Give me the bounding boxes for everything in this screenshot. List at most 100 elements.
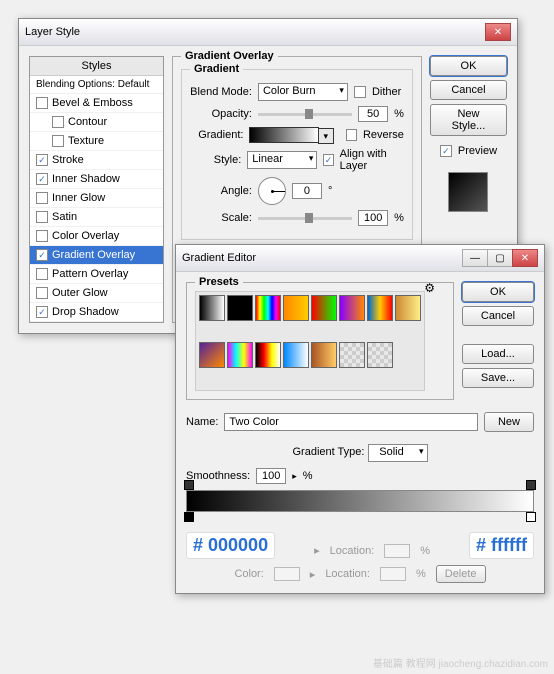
preset-swatch[interactable] (339, 295, 365, 321)
preset-swatch[interactable] (199, 342, 225, 368)
reverse-checkbox[interactable] (346, 129, 357, 141)
presets-menu-icon[interactable]: ⚙ (424, 281, 435, 295)
gradient-type-select[interactable]: Solid (368, 444, 428, 462)
style-item-inner-glow[interactable]: Inner Glow (30, 189, 163, 208)
layer-style-titlebar[interactable]: Layer Style ✕ (19, 19, 517, 46)
style-checkbox[interactable] (36, 173, 48, 185)
style-label: Style: (190, 154, 241, 166)
style-label: Drop Shadow (52, 306, 119, 318)
style-checkbox[interactable] (36, 97, 48, 109)
preset-swatch[interactable] (311, 342, 337, 368)
gradient-editor-content: Presets ⚙ OK Cancel Load... Save... Name… (176, 272, 544, 593)
style-item-outer-glow[interactable]: Outer Glow (30, 284, 163, 303)
color-stop-left[interactable] (184, 512, 194, 522)
preset-swatch[interactable] (367, 342, 393, 368)
style-label: Inner Shadow (52, 173, 120, 185)
style-item-pattern-overlay[interactable]: Pattern Overlay (30, 265, 163, 284)
preset-swatch[interactable] (283, 342, 309, 368)
preset-swatch[interactable] (367, 295, 393, 321)
close-icon[interactable]: ✕ (485, 23, 511, 41)
location-input[interactable] (384, 544, 410, 558)
opacity-unit: % (394, 108, 404, 120)
style-checkbox[interactable] (36, 211, 48, 223)
preset-swatch[interactable] (283, 295, 309, 321)
preview-label: Preview (458, 145, 497, 157)
close-icon[interactable]: ✕ (512, 249, 538, 267)
style-checkbox[interactable] (36, 154, 48, 166)
style-item-texture[interactable]: Texture (30, 132, 163, 151)
save-button[interactable]: Save... (462, 368, 534, 388)
preset-swatch[interactable] (395, 295, 421, 321)
new-style-button[interactable]: New Style... (430, 104, 507, 136)
opacity-stop-right[interactable] (526, 480, 536, 490)
opacity-slider[interactable] (258, 113, 352, 116)
dither-checkbox[interactable] (354, 86, 366, 98)
hex-left-label: # 000000 (186, 532, 275, 559)
delete-button[interactable]: Delete (436, 565, 486, 583)
location-input-2[interactable] (380, 567, 406, 581)
color-stop-right[interactable] (526, 512, 536, 522)
ge-ok-button[interactable]: OK (462, 282, 534, 302)
style-item-contour[interactable]: Contour (30, 113, 163, 132)
gradient-ramp[interactable] (186, 490, 534, 512)
angle-input[interactable]: 0 (292, 183, 322, 199)
name-label: Name: (186, 416, 218, 428)
location-label-2: Location: (325, 568, 370, 580)
styles-header[interactable]: Styles (30, 57, 163, 76)
ge-cancel-button[interactable]: Cancel (462, 306, 534, 326)
scale-slider[interactable] (258, 217, 352, 220)
style-item-color-overlay[interactable]: Color Overlay (30, 227, 163, 246)
style-item-inner-shadow[interactable]: Inner Shadow (30, 170, 163, 189)
preset-swatch[interactable] (199, 295, 225, 321)
load-button[interactable]: Load... (462, 344, 534, 364)
style-checkbox[interactable] (52, 135, 64, 147)
smoothness-dropdown-icon[interactable]: ▸ (292, 471, 297, 482)
gradient-inner-group: Gradient Blend Mode: Color Burn Dither O… (181, 69, 413, 240)
preset-swatch[interactable] (255, 342, 281, 368)
maximize-icon[interactable]: ▢ (487, 249, 513, 267)
style-item-satin[interactable]: Satin (30, 208, 163, 227)
opacity-input[interactable]: 50 (358, 106, 388, 122)
align-checkbox[interactable] (323, 154, 333, 166)
preset-swatch[interactable] (227, 342, 253, 368)
angle-label: Angle: (190, 185, 252, 197)
preset-swatch[interactable] (255, 295, 281, 321)
ok-button[interactable]: OK (430, 56, 507, 76)
blending-options-item[interactable]: Blending Options: Default (30, 76, 163, 94)
name-input[interactable] (224, 413, 478, 431)
preset-swatches (195, 291, 425, 391)
preview-checkbox[interactable] (440, 145, 452, 157)
style-checkbox[interactable] (36, 287, 48, 299)
minimize-icon[interactable]: — (462, 249, 488, 267)
preset-swatch[interactable] (339, 342, 365, 368)
style-checkbox[interactable] (52, 116, 64, 128)
location-unit: % (420, 545, 430, 557)
style-item-stroke[interactable]: Stroke (30, 151, 163, 170)
style-item-gradient-overlay[interactable]: Gradient Overlay (30, 246, 163, 265)
new-button[interactable]: New (484, 412, 534, 432)
style-checkbox[interactable] (36, 306, 48, 318)
style-select[interactable]: Linear (247, 151, 317, 169)
blend-mode-select[interactable]: Color Burn (258, 83, 348, 101)
style-checkbox[interactable] (36, 230, 48, 242)
style-checkbox[interactable] (36, 192, 48, 204)
cancel-button[interactable]: Cancel (430, 80, 507, 100)
gradient-editor-titlebar[interactable]: Gradient Editor — ▢ ✕ (176, 245, 544, 272)
style-checkbox[interactable] (36, 249, 48, 261)
color-swatch[interactable] (274, 567, 300, 581)
style-item-drop-shadow[interactable]: Drop Shadow (30, 303, 163, 322)
angle-dial[interactable] (258, 177, 286, 205)
style-checkbox[interactable] (36, 268, 48, 280)
reverse-label: Reverse (363, 129, 404, 141)
window-controls: ✕ (486, 23, 511, 41)
scale-input[interactable]: 100 (358, 210, 388, 226)
gradient-picker[interactable] (249, 127, 318, 143)
opacity-stop-left[interactable] (184, 480, 194, 490)
style-label: Pattern Overlay (52, 268, 128, 280)
smoothness-input[interactable]: 100 (256, 468, 286, 484)
preset-swatch[interactable] (227, 295, 253, 321)
align-label: Align with Layer (340, 148, 404, 172)
preset-swatch[interactable] (311, 295, 337, 321)
style-item-bevel-emboss[interactable]: Bevel & Emboss (30, 94, 163, 113)
group-title: Gradient Overlay (181, 50, 278, 62)
